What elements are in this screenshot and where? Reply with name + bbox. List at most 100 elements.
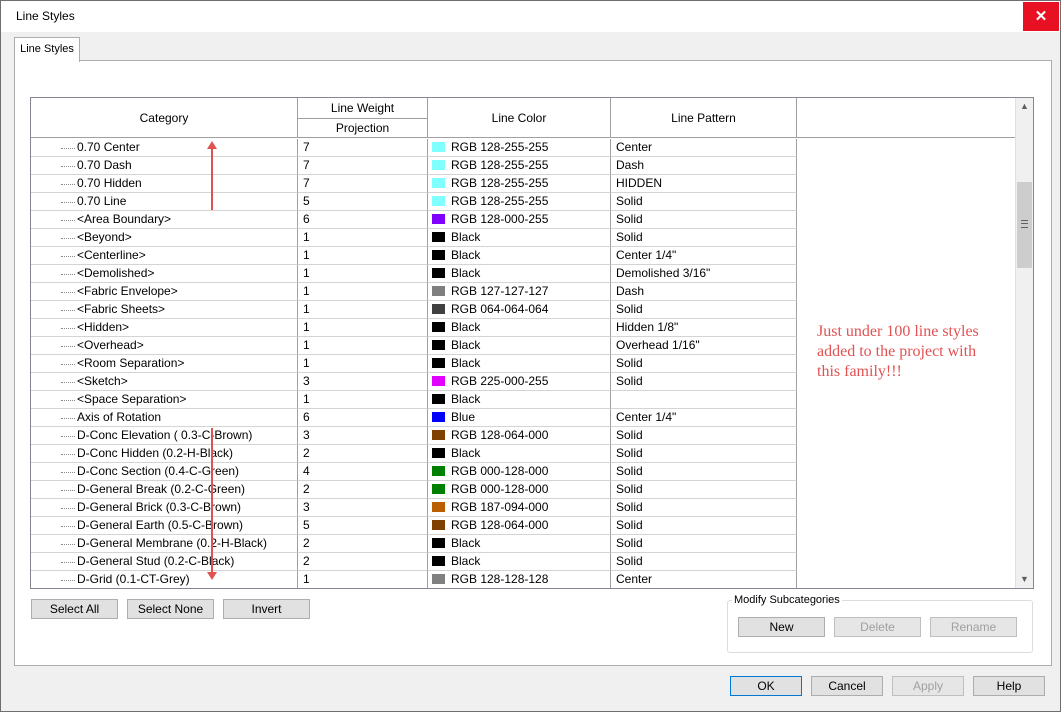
line-pattern-cell[interactable]: Center 1/4" [611,409,797,427]
line-weight-cell[interactable]: 1 [298,319,428,337]
header-projection[interactable]: Projection [298,118,427,138]
help-button[interactable]: Help [973,676,1045,696]
line-color-cell[interactable]: RGB 000-128-000 [428,481,611,499]
category-cell[interactable]: <Fabric Sheets> [31,301,298,319]
line-weight-cell[interactable]: 1 [298,301,428,319]
cancel-button[interactable]: Cancel [811,676,883,696]
invert-button[interactable]: Invert [223,599,310,619]
category-cell[interactable]: <Area Boundary> [31,211,298,229]
category-cell[interactable]: <Fabric Envelope> [31,283,298,301]
select-none-button[interactable]: Select None [127,599,214,619]
line-pattern-cell[interactable]: Solid [611,427,797,445]
line-weight-cell[interactable]: 5 [298,193,428,211]
line-pattern-cell[interactable]: Demolished 3/16" [611,265,797,283]
category-cell[interactable]: 0.70 Center [31,139,298,157]
line-weight-cell[interactable]: 7 [298,175,428,193]
apply-button[interactable]: Apply [892,676,964,696]
line-color-cell[interactable]: RGB 128-255-255 [428,157,611,175]
line-pattern-cell[interactable] [611,391,797,409]
category-cell[interactable]: <Room Separation> [31,355,298,373]
line-color-cell[interactable]: RGB 128-255-255 [428,175,611,193]
line-pattern-cell[interactable]: HIDDEN [611,175,797,193]
tab-line-styles[interactable]: Line Styles [14,37,80,62]
rename-button[interactable]: Rename [930,617,1017,637]
category-cell[interactable]: Axis of Rotation [31,409,298,427]
line-weight-cell[interactable]: 1 [298,229,428,247]
line-color-cell[interactable]: RGB 225-000-255 [428,373,611,391]
vertical-scrollbar[interactable]: ▲ ▼ [1015,98,1033,588]
line-color-cell[interactable]: Black [428,337,611,355]
line-weight-cell[interactable]: 4 [298,463,428,481]
category-cell[interactable]: 0.70 Line [31,193,298,211]
category-cell[interactable]: D-Conc Elevation ( 0.3-C-Brown) [31,427,298,445]
scrollbar-thumb[interactable] [1017,182,1032,268]
line-weight-cell[interactable]: 3 [298,373,428,391]
line-color-cell[interactable]: Black [428,265,611,283]
select-all-button[interactable]: Select All [31,599,118,619]
ok-button[interactable]: OK [730,676,802,696]
line-color-cell[interactable]: RGB 128-064-000 [428,517,611,535]
line-weight-cell[interactable]: 6 [298,409,428,427]
line-color-cell[interactable]: Black [428,445,611,463]
line-weight-cell[interactable]: 1 [298,247,428,265]
category-cell[interactable]: <Hidden> [31,319,298,337]
category-cell[interactable]: D-Conc Hidden (0.2-H-Black) [31,445,298,463]
line-weight-cell[interactable]: 1 [298,337,428,355]
category-cell[interactable]: <Space Separation> [31,391,298,409]
header-line-color[interactable]: Line Color [428,98,611,138]
line-color-cell[interactable]: Black [428,229,611,247]
close-button[interactable]: ✕ [1023,2,1059,31]
category-cell[interactable]: <Centerline> [31,247,298,265]
line-pattern-cell[interactable]: Solid [611,373,797,391]
delete-button[interactable]: Delete [834,617,921,637]
line-color-cell[interactable]: RGB 128-000-255 [428,211,611,229]
category-cell[interactable]: D-General Brick (0.3-C-Brown) [31,499,298,517]
line-pattern-cell[interactable]: Solid [611,463,797,481]
line-weight-cell[interactable]: 1 [298,391,428,409]
category-cell[interactable]: <Beyond> [31,229,298,247]
line-weight-cell[interactable]: 2 [298,535,428,553]
line-weight-cell[interactable]: 3 [298,499,428,517]
line-pattern-cell[interactable]: Solid [611,229,797,247]
scroll-up-icon[interactable]: ▲ [1016,98,1033,115]
line-color-cell[interactable]: Black [428,535,611,553]
new-button[interactable]: New [738,617,825,637]
line-weight-cell[interactable]: 2 [298,481,428,499]
line-pattern-cell[interactable]: Center 1/4" [611,247,797,265]
line-pattern-cell[interactable]: Solid [611,481,797,499]
category-cell[interactable]: <Demolished> [31,265,298,283]
line-pattern-cell[interactable]: Center [611,571,797,588]
category-cell[interactable]: D-General Stud (0.2-C-Black) [31,553,298,571]
line-pattern-cell[interactable]: Hidden 1/8" [611,319,797,337]
line-pattern-cell[interactable]: Center [611,139,797,157]
line-weight-cell[interactable]: 2 [298,445,428,463]
line-color-cell[interactable]: Black [428,319,611,337]
line-color-cell[interactable]: RGB 187-094-000 [428,499,611,517]
line-color-cell[interactable]: Black [428,247,611,265]
line-color-cell[interactable]: RGB 128-255-255 [428,193,611,211]
line-pattern-cell[interactable]: Solid [611,193,797,211]
line-weight-cell[interactable]: 1 [298,283,428,301]
line-weight-cell[interactable]: 2 [298,553,428,571]
line-pattern-cell[interactable]: Dash [611,283,797,301]
line-color-cell[interactable]: RGB 127-127-127 [428,283,611,301]
category-cell[interactable]: D-Grid (0.1-CT-Grey) [31,571,298,588]
line-color-cell[interactable]: Blue [428,409,611,427]
line-weight-cell[interactable]: 3 [298,427,428,445]
category-cell[interactable]: 0.70 Dash [31,157,298,175]
line-color-cell[interactable]: RGB 064-064-064 [428,301,611,319]
category-cell[interactable]: <Overhead> [31,337,298,355]
header-category[interactable]: Category [31,98,298,138]
line-pattern-cell[interactable]: Solid [611,535,797,553]
line-pattern-cell[interactable]: Solid [611,211,797,229]
line-pattern-cell[interactable]: Dash [611,157,797,175]
line-weight-cell[interactable]: 1 [298,571,428,588]
line-pattern-cell[interactable]: Solid [611,517,797,535]
line-color-cell[interactable]: Black [428,355,611,373]
line-weight-cell[interactable]: 5 [298,517,428,535]
line-weight-cell[interactable]: 6 [298,211,428,229]
category-cell[interactable]: D-General Break (0.2-C-Green) [31,481,298,499]
line-pattern-cell[interactable]: Solid [611,445,797,463]
category-cell[interactable]: D-Conc Section (0.4-C-Green) [31,463,298,481]
header-line-pattern[interactable]: Line Pattern [611,98,797,138]
